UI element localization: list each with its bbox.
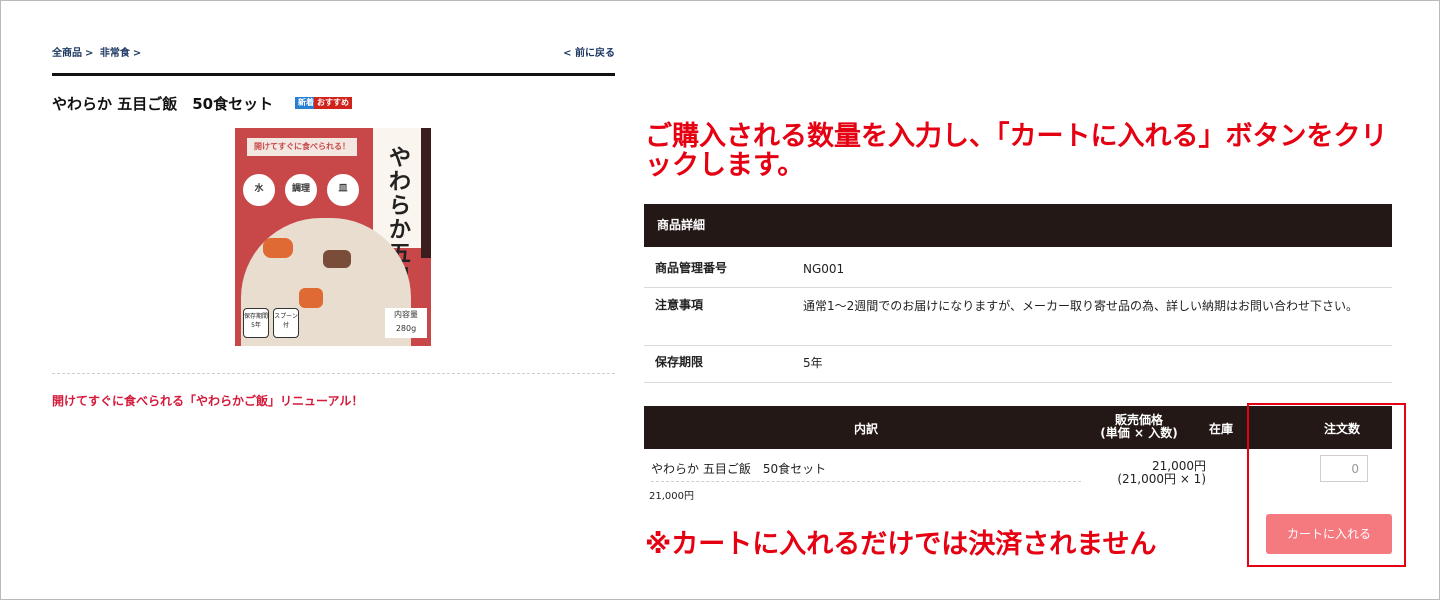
detail-value-notes: 通常1〜2週間でのお届けになりますが、メーカー取り寄せ品の為、詳しい納期はお問い… — [803, 299, 1359, 313]
order-item-price: 21,000円 (21,000円 × 1) — [1090, 460, 1206, 486]
order-item-subprice: 21,000円 — [649, 491, 694, 502]
detail-key-notes: 注意事項 — [655, 298, 704, 312]
image-circle-plate: 皿 — [325, 172, 361, 208]
image-carrot — [263, 238, 293, 258]
col-price: 販売価格 (単価 × 入数) — [1084, 414, 1194, 440]
image-label-stripe — [421, 128, 431, 258]
image-storage-icon: 保存期間5年 — [243, 308, 269, 338]
image-weight-label: 内容量 280g — [385, 308, 427, 338]
instruction-annotation: ご購入される数量を入力し、「カートに入れる」ボタンをクリックします。 — [645, 121, 1388, 181]
back-link[interactable]: < 前に戻る — [560, 44, 615, 59]
col-price-sub: (単価 × 入数) — [1100, 426, 1178, 440]
product-title: やわらか 五目ご飯 50食セット — [52, 95, 274, 113]
image-circle-water: 水 — [241, 172, 277, 208]
dotted-divider — [52, 373, 615, 374]
image-carrot — [299, 288, 323, 308]
col-stock: 在庫 — [1209, 422, 1234, 436]
detail-row: 保存期限 5年 — [644, 346, 1392, 383]
detail-key-sku: 商品管理番号 — [655, 261, 728, 275]
detail-value-sku: NG001 — [803, 262, 845, 276]
highlight-box — [1247, 403, 1406, 567]
image-circle-cooking: 調理 — [283, 172, 319, 208]
detail-value-shelf-life: 5年 — [803, 356, 823, 370]
title-divider — [52, 73, 615, 76]
order-item-name: やわらか 五目ご飯 50食セット — [651, 462, 827, 476]
image-spoon-icon: スプーン付 — [273, 308, 299, 338]
product-image: 開けてすぐに食べられる！ やわらか五目ご飯 水 調理 皿 保存期間5年 スプーン… — [235, 128, 431, 346]
col-breakdown: 内訳 — [854, 422, 879, 436]
breadcrumb-separator: > — [132, 48, 142, 59]
product-tagline: 開けてすぐに食べられる「やわらかご飯」リニューアル！ — [52, 394, 364, 408]
image-weight-value: 280g — [395, 324, 417, 333]
detail-key-shelf-life: 保存期限 — [655, 355, 704, 369]
recommend-badge: おすすめ — [314, 97, 352, 109]
breadcrumb-emergency-food[interactable]: 非常食 — [100, 48, 130, 59]
breadcrumb-all-products[interactable]: 全商品 — [52, 48, 82, 59]
image-info-icons: 保存期間5年 スプーン付 — [243, 308, 299, 338]
order-price-breakdown: (21,000円 × 1) — [1117, 472, 1206, 486]
detail-row: 商品管理番号 NG001 — [644, 250, 1392, 288]
breadcrumb-separator: > — [85, 48, 94, 59]
payment-note-annotation: ※カートに入れるだけでは決済されません — [645, 529, 1157, 560]
image-mushroom — [323, 250, 351, 268]
image-banner: 開けてすぐに食べられる！ — [247, 138, 357, 156]
image-weight-title: 内容量 — [394, 310, 418, 319]
breadcrumb: 全商品 > 非常食 > — [52, 44, 144, 59]
detail-row: 注意事項 通常1〜2週間でのお届けになりますが、メーカー取り寄せ品の為、詳しい納… — [644, 288, 1392, 346]
order-item-divider — [651, 481, 1081, 482]
image-feature-circles: 水 調理 皿 — [241, 172, 361, 208]
product-details-header: 商品詳細 — [644, 204, 1392, 247]
